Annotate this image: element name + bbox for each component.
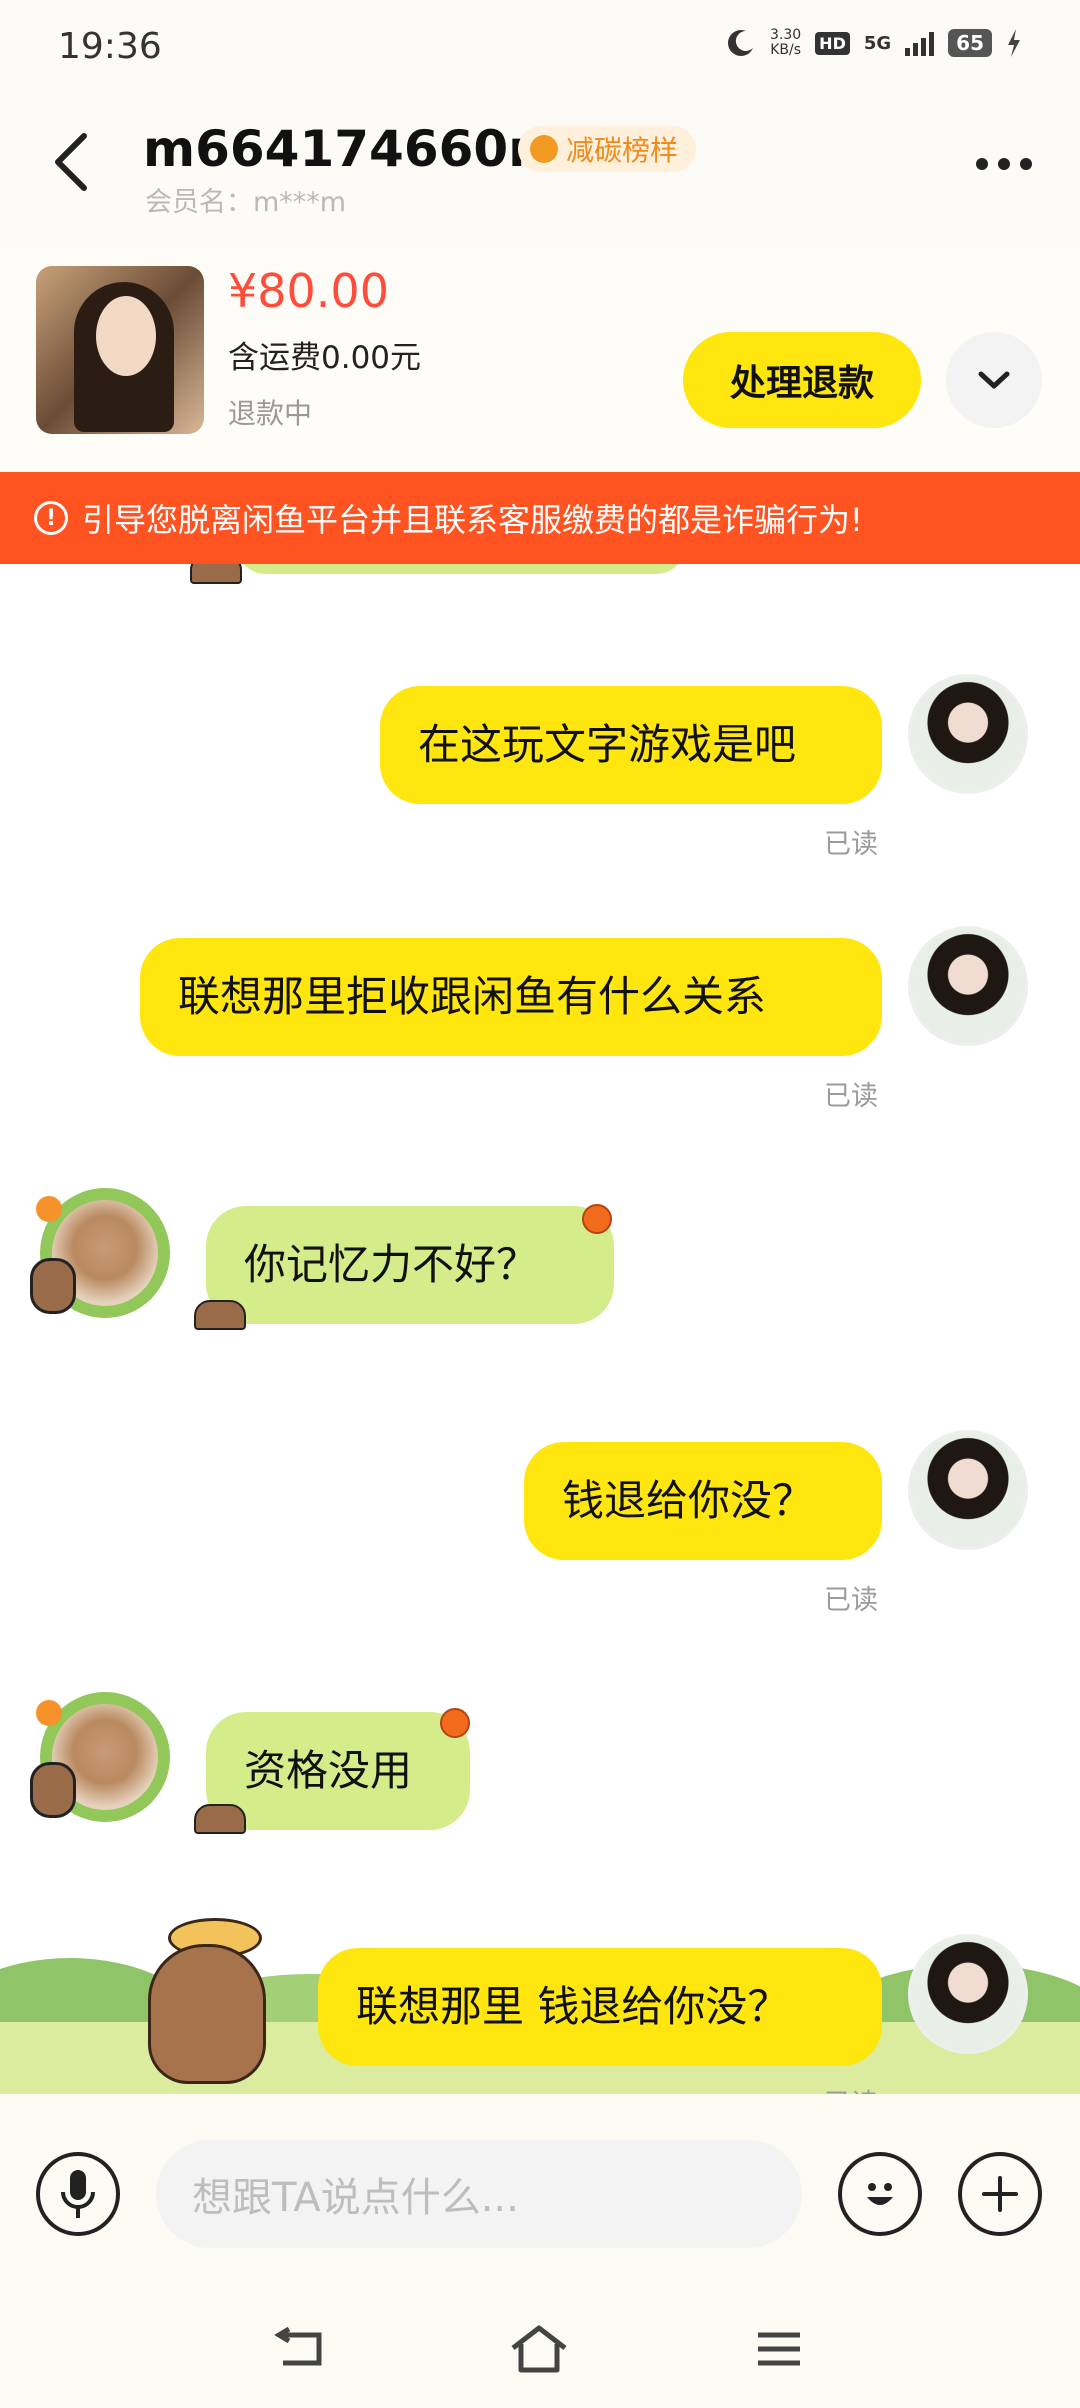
alert-icon: ! (34, 501, 68, 535)
my-avatar[interactable] (908, 674, 1028, 794)
smiley-icon (867, 2183, 893, 2205)
read-receipt: 已读 (824, 829, 878, 860)
message-bubble-incoming[interactable]: 你记忆力不好？ (206, 1206, 614, 1324)
read-receipt: 已读 (824, 1081, 878, 1112)
battery-icon: 65 (948, 29, 992, 57)
message-bubble-outgoing[interactable]: 联想那里 钱退给你没？ (318, 1948, 882, 2066)
chevron-down-icon (978, 371, 1010, 389)
previous-bubble-edge (236, 564, 686, 574)
voice-button[interactable] (36, 2152, 120, 2236)
status-time: 19:36 (58, 26, 162, 67)
product-image[interactable] (36, 266, 204, 434)
contact-avatar[interactable] (30, 1682, 180, 1832)
message-bubble-outgoing[interactable]: 联想那里拒收跟闲鱼有什么关系 (140, 938, 882, 1056)
capybara-decoration (190, 564, 242, 584)
more-options-icon[interactable] (976, 158, 1032, 170)
process-refund-button[interactable]: 处理退款 (683, 332, 921, 428)
menu-icon (758, 2332, 800, 2366)
network-label: 5G (863, 32, 892, 54)
message-bubble-outgoing[interactable]: 钱退给你没？ (524, 1442, 882, 1560)
plus-icon (982, 2176, 1018, 2212)
recent-apps-nav-button[interactable] (744, 2314, 814, 2384)
my-avatar[interactable] (908, 1430, 1028, 1550)
back-nav-button[interactable] (264, 2314, 334, 2384)
moon-icon (728, 30, 753, 56)
home-nav-button[interactable] (504, 2314, 574, 2384)
refund-status: 退款中 (228, 397, 313, 430)
charging-icon (1008, 29, 1020, 57)
read-receipt: 已读 (824, 1585, 878, 1616)
back-icon[interactable] (50, 130, 94, 194)
hd-icon: HD (815, 31, 850, 55)
status-bar: 19:36 3.30 KB/s HD 5G 65 (0, 0, 1080, 96)
read-receipt: 已读 (824, 2082, 878, 2094)
return-icon (274, 2327, 322, 2366)
chat-area[interactable]: 在这玩文字游戏是吧 已读 联想那里拒收跟闲鱼有什么关系 已读 你记忆力不好？ 钱… (0, 564, 1080, 2094)
fraud-warning-banner[interactable]: ! 引导您脱离闲鱼平台并且联系客服缴费的都是诈骗行为! (0, 472, 1080, 564)
my-avatar[interactable] (908, 1934, 1028, 2054)
contact-nickname[interactable]: m664174660m (143, 120, 560, 178)
signal-icon (905, 30, 935, 56)
warning-text: 引导您脱离闲鱼平台并且联系客服缴费的都是诈骗行为! (82, 501, 863, 539)
product-price: ¥80.00 (228, 264, 389, 318)
orange-decoration (440, 1708, 470, 1738)
capybara-decoration (194, 1300, 246, 1330)
expand-button[interactable] (946, 332, 1042, 428)
member-name: 会员名：m***m (145, 187, 347, 218)
orange-decoration (582, 1204, 612, 1234)
carbon-badge[interactable]: 减碳榜样 (518, 126, 697, 172)
message-input[interactable]: 想跟TA说点什么... (156, 2140, 802, 2248)
capybara-decoration (148, 1944, 266, 2084)
system-nav-bar (0, 2288, 1080, 2408)
message-bubble-outgoing[interactable]: 在这玩文字游戏是吧 (380, 686, 882, 804)
plus-button[interactable] (958, 2152, 1042, 2236)
my-avatar[interactable] (908, 926, 1028, 1046)
home-icon (511, 2325, 567, 2373)
input-bar: 想跟TA说点什么... (0, 2094, 1080, 2288)
capybara-decoration (194, 1804, 246, 1834)
chat-header: m664174660m 减碳榜样 会员名：m***m ¥80.00 含运费0.0… (0, 96, 1080, 470)
contact-avatar[interactable] (30, 1178, 180, 1328)
badge-label: 减碳榜样 (566, 134, 679, 167)
message-bubble-incoming[interactable]: 资格没用 (206, 1712, 470, 1830)
microphone-icon (61, 2170, 95, 2218)
leaf-icon (530, 135, 558, 163)
status-icons: 3.30 KB/s HD 5G 65 (726, 28, 1022, 58)
network-speed: 3.30 KB/s (770, 27, 802, 58)
shipping-fee: 含运费0.00元 (228, 340, 422, 376)
emoji-button[interactable] (838, 2152, 922, 2236)
